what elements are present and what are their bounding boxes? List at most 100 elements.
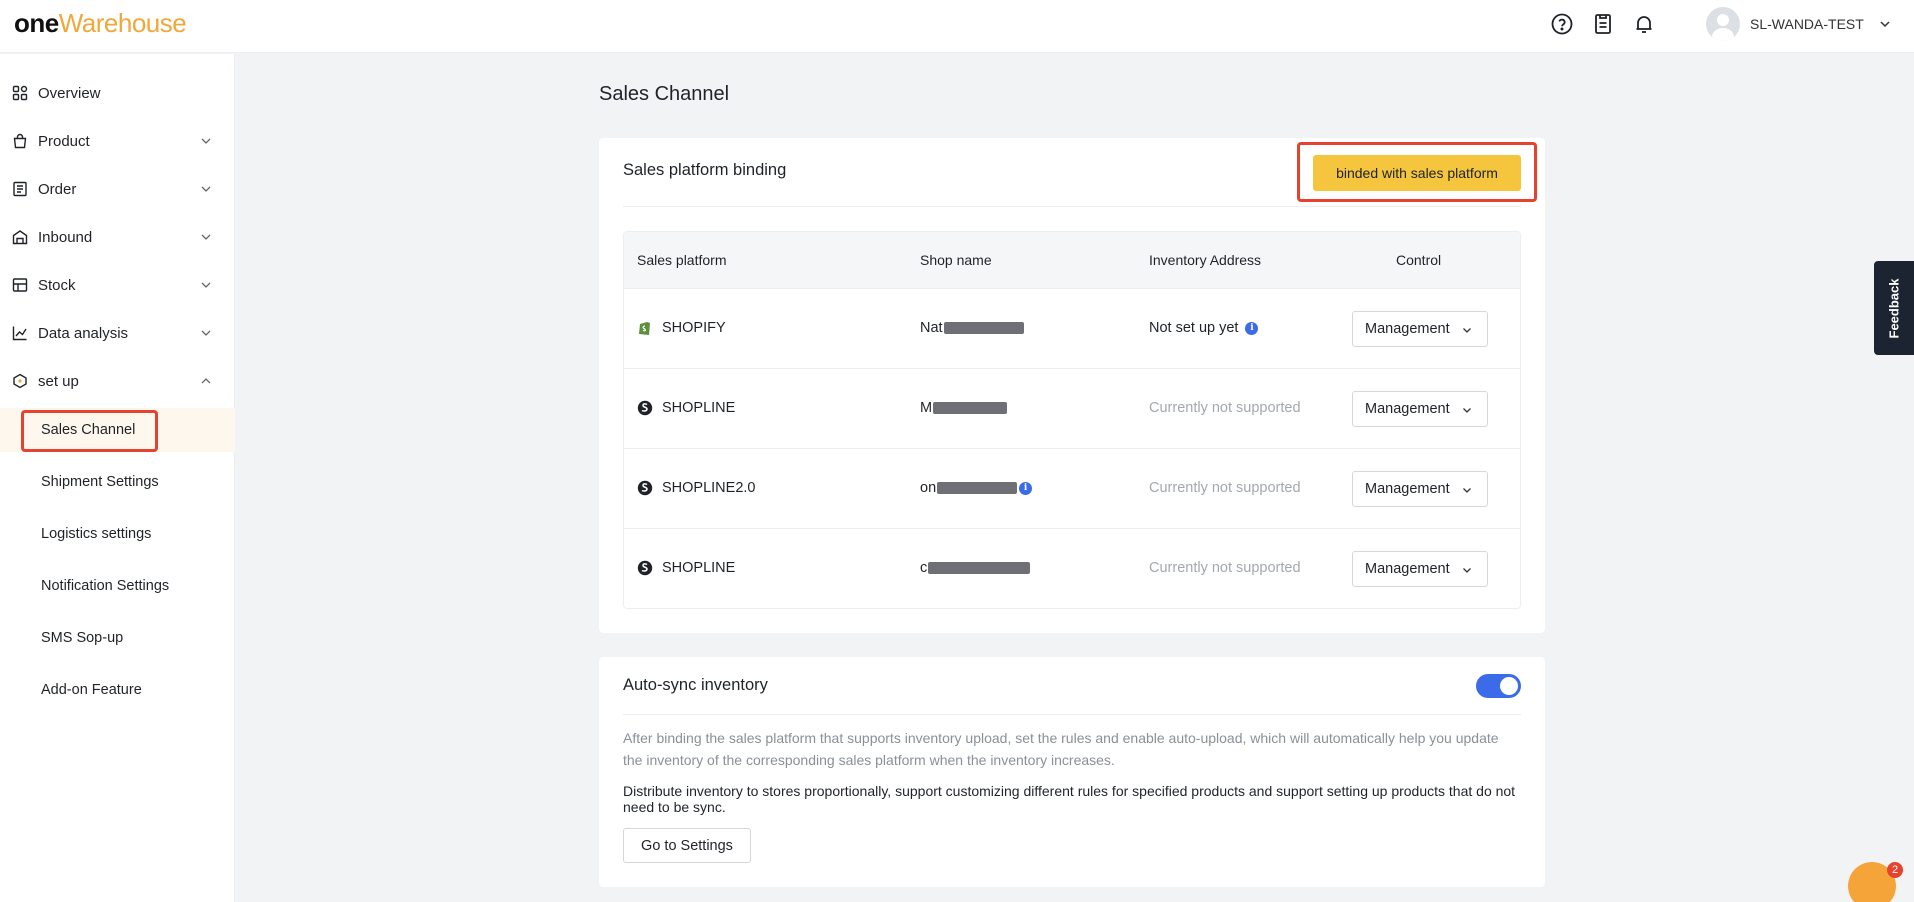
autosync-card-title: Auto-sync inventory xyxy=(623,676,768,694)
sidebar-subitem-sms-sop-up[interactable]: SMS Sop-up xyxy=(0,616,235,660)
chevron-down-icon xyxy=(1463,408,1471,413)
shop-name-cell: on i xyxy=(920,480,1033,496)
info-icon[interactable]: i xyxy=(1019,481,1033,495)
shop-name-cell: Nat xyxy=(920,320,1024,336)
column-header: Shop name xyxy=(920,252,992,268)
chevron-down-icon xyxy=(1463,328,1471,333)
sidebar: Overview Product Order Inbound Stock Dat… xyxy=(0,54,235,902)
chevron-up-icon xyxy=(201,378,211,384)
sidebar-item-product[interactable]: Product xyxy=(0,121,235,161)
table-row: SHOPLINE c Currently not supported Manag… xyxy=(624,528,1520,608)
hexagon-icon xyxy=(11,372,29,390)
sidebar-subitem-label: Sales Channel xyxy=(41,422,136,438)
sidebar-subitem-notification-settings[interactable]: Notification Settings xyxy=(0,564,235,608)
management-dropdown[interactable]: Management xyxy=(1352,391,1488,427)
shop-name-cell: M xyxy=(920,400,1008,416)
redaction-mask xyxy=(937,482,1018,494)
feedback-tab[interactable]: Feedback xyxy=(1874,261,1914,355)
bag-icon xyxy=(11,132,29,150)
table-row: SHOPIFY Nat Not set up yet i Management xyxy=(624,288,1520,368)
table-header: Sales platform Shop name Inventory Addre… xyxy=(624,232,1520,288)
go-to-settings-button[interactable]: Go to Settings xyxy=(623,828,751,863)
sidebar-item-stock[interactable]: Stock xyxy=(0,265,235,305)
help-circle-icon[interactable] xyxy=(1550,12,1574,36)
chevron-down-icon xyxy=(201,138,211,144)
sidebar-item-setup[interactable]: set up xyxy=(0,361,235,401)
sidebar-item-label: Stock xyxy=(38,276,76,294)
feedback-label: Feedback xyxy=(1886,278,1902,338)
management-label: Management xyxy=(1365,401,1450,417)
chevron-down-icon xyxy=(201,330,211,336)
grid-icon xyxy=(11,84,29,102)
shop-name-cell: c xyxy=(920,560,1031,576)
platform-cell: SHOPIFY xyxy=(637,320,726,336)
app-logo[interactable]: oneWarehouse xyxy=(14,8,187,38)
autosync-toggle[interactable] xyxy=(1476,674,1521,698)
inventory-address-cell: Currently not supported xyxy=(1149,400,1301,416)
sidebar-subitem-label: Add-on Feature xyxy=(41,682,142,698)
inventory-address: Not set up yet xyxy=(1149,320,1239,336)
inventory-address-cell: Currently not supported xyxy=(1149,560,1301,576)
bell-icon[interactable] xyxy=(1632,12,1656,36)
shopline-icon xyxy=(637,400,653,416)
sidebar-subitem-sales-channel[interactable]: Sales Channel xyxy=(0,408,235,452)
divider xyxy=(623,206,1521,207)
chevron-down-icon xyxy=(201,234,211,240)
avatar xyxy=(1706,7,1740,41)
sales-platform-table: Sales platform Shop name Inventory Addre… xyxy=(623,231,1521,609)
sidebar-item-inbound[interactable]: Inbound xyxy=(0,217,235,257)
table-row: SHOPLINE M Currently not supported Manag… xyxy=(624,368,1520,448)
chevron-down-icon xyxy=(201,282,211,288)
management-dropdown[interactable]: Management xyxy=(1352,311,1488,347)
inventory-address: Currently not supported xyxy=(1149,400,1301,416)
management-dropdown[interactable]: Management xyxy=(1352,471,1488,507)
sidebar-item-label: Overview xyxy=(38,84,101,102)
platform-cell: SHOPLINE xyxy=(637,400,735,416)
inbound-icon xyxy=(11,228,29,246)
sidebar-subitem-add-on-feature[interactable]: Add-on Feature xyxy=(0,668,235,712)
sidebar-item-order[interactable]: Order xyxy=(0,169,235,209)
redaction-mask xyxy=(933,402,1008,414)
page-title: Sales Channel xyxy=(599,83,730,105)
shopify-icon xyxy=(637,320,653,336)
sidebar-subitem-logistics-settings[interactable]: Logistics settings xyxy=(0,512,235,556)
management-label: Management xyxy=(1365,481,1450,497)
chevron-down-icon xyxy=(1878,17,1892,31)
chevron-down-icon xyxy=(1463,568,1471,573)
chevron-down-icon xyxy=(201,186,211,192)
autosync-description: After binding the sales platform that su… xyxy=(623,730,1499,768)
binding-card-title: Sales platform binding xyxy=(623,161,787,179)
column-header: Control xyxy=(1396,252,1442,268)
shop-name: M xyxy=(920,400,933,416)
inventory-address: Currently not supported xyxy=(1149,560,1301,576)
sidebar-item-label: Order xyxy=(38,180,77,198)
divider xyxy=(623,714,1521,715)
inventory-address: Currently not supported xyxy=(1149,480,1301,496)
management-dropdown[interactable]: Management xyxy=(1352,551,1488,587)
platform-cell: SHOPLINE2.0 xyxy=(637,480,756,496)
shop-name: Nat xyxy=(920,320,943,336)
platform-cell: SHOPLINE xyxy=(637,560,735,576)
clipboard-icon[interactable] xyxy=(1591,12,1615,36)
shop-name: c xyxy=(920,560,928,576)
redaction-mask xyxy=(928,562,1031,574)
sidebar-item-data-analysis[interactable]: Data analysis xyxy=(0,313,235,353)
platform-name: SHOPLINE xyxy=(662,560,736,576)
sidebar-subitem-label: Shipment Settings xyxy=(41,474,159,490)
bind-sales-platform-button[interactable]: binded with sales platform xyxy=(1313,155,1521,191)
sidebar-subitem-shipment-settings[interactable]: Shipment Settings xyxy=(0,460,235,504)
info-icon[interactable]: i xyxy=(1245,321,1259,335)
sidebar-item-overview[interactable]: Overview xyxy=(0,73,235,113)
sidebar-item-label: set up xyxy=(38,372,79,390)
inventory-address-cell: Not set up yet i xyxy=(1149,320,1259,336)
sidebar-subitem-label: Notification Settings xyxy=(41,578,170,594)
shopline-icon xyxy=(637,480,653,496)
column-header: Sales platform xyxy=(637,252,727,268)
autosync-distribution-note: Distribute inventory to stores proportio… xyxy=(623,783,1516,815)
order-list-icon xyxy=(11,180,29,198)
sidebar-item-label: Data analysis xyxy=(38,324,129,342)
logo-warehouse: Warehouse xyxy=(58,8,187,38)
chart-icon xyxy=(11,324,29,342)
user-menu[interactable]: SL-WANDA-TEST xyxy=(1706,6,1892,42)
platform-name: SHOPIFY xyxy=(662,320,726,336)
